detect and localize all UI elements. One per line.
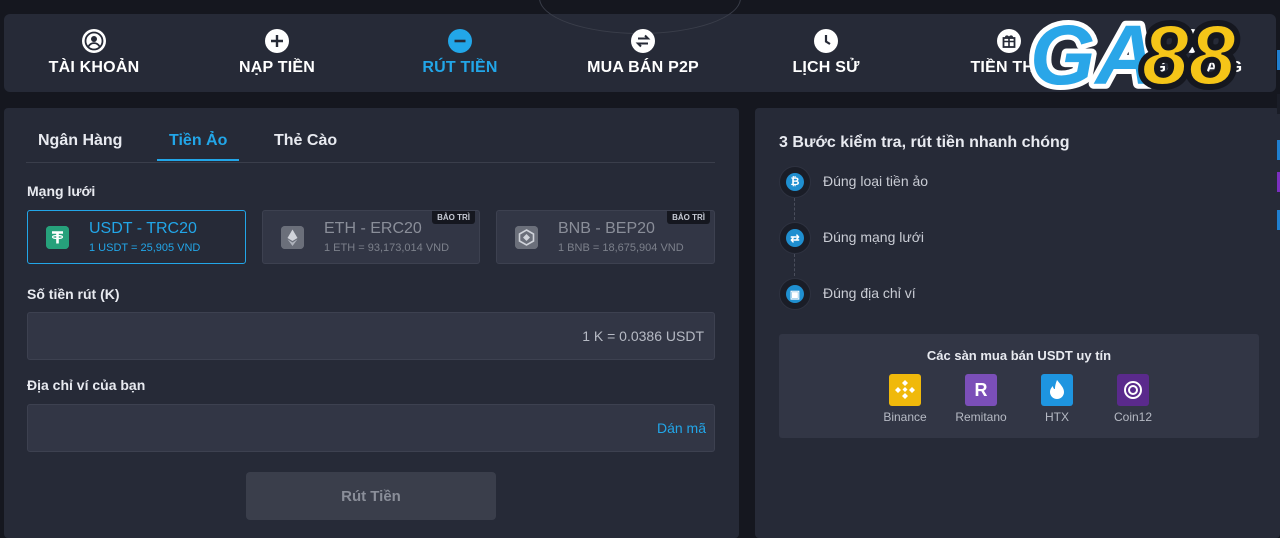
coin12-icon <box>1117 374 1149 406</box>
nav-item-withdraw[interactable]: RÚT TIỀN <box>370 14 550 92</box>
step-network: ⇄ Đúng mạng lưới <box>779 222 1179 254</box>
step-connector <box>794 254 796 276</box>
address-label: Địa chỉ ví của bạn <box>27 377 146 393</box>
network-option-bnb[interactable]: BNB - BEP20 1 BNB = 18,675,904 VND BẢO T… <box>496 210 715 264</box>
tab-crypto[interactable]: Tiền Ảo <box>157 126 240 161</box>
exchange-htx[interactable]: HTX <box>1019 374 1095 430</box>
network-option-usdt[interactable]: USDT - TRC20 1 USDT = 25,905 VND <box>27 210 246 264</box>
network-label: Mạng lưới <box>27 183 96 199</box>
nav-label: LỊCH SỬ <box>792 59 860 76</box>
maintenance-badge: BẢO TRÌ <box>432 211 475 224</box>
exchange-name: HTX <box>1045 410 1069 424</box>
tab-card[interactable]: Thẻ Cào <box>262 126 349 161</box>
guide-panel: 3 Bước kiểm tra, rút tiền nhanh chóng ₿ … <box>755 108 1280 538</box>
nav-label: TÀI KHOẢN <box>48 59 140 76</box>
network-name: ETH - ERC20 <box>324 220 422 237</box>
bnb-icon <box>515 226 538 249</box>
tether-icon <box>46 226 69 249</box>
amount-hint: 1 K = 0.0386 USDT <box>582 328 704 344</box>
nav-label: RÚT TIỀN <box>422 59 498 76</box>
exchanges-box: Các sàn mua bán USDT uy tín Binance R Re… <box>779 334 1259 438</box>
step-connector <box>794 198 796 220</box>
svg-text:88: 88 <box>1142 8 1236 94</box>
nav-item-deposit[interactable]: NẠP TIỀN <box>187 14 367 92</box>
withdraw-panel: Ngân Hàng Tiền Ảo Thẻ Cào Mạng lưới USDT… <box>4 108 739 538</box>
exchange-binance[interactable]: Binance <box>867 374 943 430</box>
network-option-eth[interactable]: ETH - ERC20 1 ETH = 93,173,014 VND BẢO T… <box>262 210 480 264</box>
exchange-remitano[interactable]: R Remitano <box>943 374 1019 430</box>
amount-label: Số tiền rút (K) <box>27 286 120 302</box>
user-circle-icon <box>82 29 106 53</box>
exchanges-title: Các sàn mua bán USDT uy tín <box>926 348 1112 363</box>
network-name: BNB - BEP20 <box>558 220 655 237</box>
step-label: Đúng mạng lưới <box>823 229 925 245</box>
gift-icon <box>997 29 1021 53</box>
ethereum-icon <box>281 226 304 249</box>
nav-item-p2p[interactable]: MUA BÁN P2P <box>553 14 733 92</box>
paste-button[interactable]: Dán mã <box>657 420 706 436</box>
coin-icon: ₿ <box>779 166 811 198</box>
step-label: Đúng loại tiền ảo <box>823 173 929 189</box>
plus-circle-icon <box>265 29 289 53</box>
exchange-name: Binance <box>883 410 927 424</box>
maintenance-badge: BẢO TRÌ <box>667 211 710 224</box>
withdraw-tabs: Ngân Hàng Tiền Ảo Thẻ Cào <box>26 126 715 163</box>
network-rate: 1 BNB = 18,675,904 VND <box>558 242 684 254</box>
nav-label: MUA BÁN P2P <box>587 59 699 76</box>
remitano-icon: R <box>965 374 997 406</box>
step-label: Đúng địa chỉ ví <box>823 285 916 301</box>
wallet-address-input[interactable]: Dán mã <box>27 404 715 452</box>
network-icon: ⇄ <box>779 222 811 254</box>
exchange-name: Remitano <box>955 410 1007 424</box>
withdraw-submit-button[interactable]: Rút Tiền <box>246 472 496 520</box>
nav-item-account[interactable]: TÀI KHOẢN <box>4 14 184 92</box>
wallet-icon: ▣ <box>779 278 811 310</box>
network-rate: 1 USDT = 25,905 VND <box>89 242 201 254</box>
network-name: USDT - TRC20 <box>89 220 197 237</box>
network-rate: 1 ETH = 93,173,014 VND <box>324 242 450 254</box>
minus-circle-icon <box>448 29 472 53</box>
clock-icon <box>814 29 838 53</box>
exchange-coin12[interactable]: Coin12 <box>1095 374 1171 430</box>
tab-bank[interactable]: Ngân Hàng <box>26 126 134 161</box>
step-currency: ₿ Đúng loại tiền ảo <box>779 166 1179 198</box>
exchange-name: Coin12 <box>1113 410 1153 424</box>
amount-input[interactable]: 1 K = 0.0386 USDT <box>27 312 715 360</box>
swap-circle-icon <box>631 29 655 53</box>
edge-decoration <box>1274 40 1280 240</box>
guide-title: 3 Bước kiểm tra, rút tiền nhanh chóng <box>779 134 1070 151</box>
nav-item-history[interactable]: LỊCH SỬ <box>736 14 916 92</box>
step-address: ▣ Đúng địa chỉ ví <box>779 278 1179 310</box>
nav-label: NẠP TIỀN <box>239 59 315 76</box>
ga88-logo: GA GA 88 88 88 <box>1024 3 1274 107</box>
binance-icon <box>889 374 921 406</box>
svg-text:GA: GA <box>1030 8 1156 94</box>
htx-icon <box>1041 374 1073 406</box>
